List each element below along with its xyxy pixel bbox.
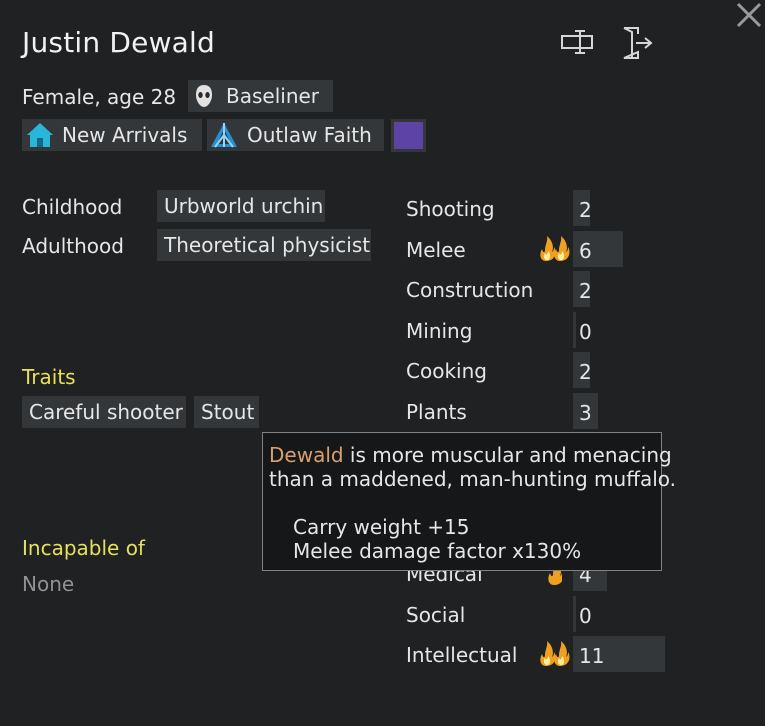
skill-value-cooking: 2 [579,360,592,384]
ideology-chip[interactable]: Outlaw Faith [207,119,384,151]
banish-icon[interactable] [620,26,656,60]
trait-label: Careful shooter [29,400,183,424]
skill-value-melee: 6 [579,239,592,263]
trait-chip-stout[interactable]: Stout [194,396,259,428]
tooltip-line-1: Dewald is more muscular and menacing [269,443,672,467]
skill-value-mining: 0 [579,320,592,344]
faction-home-icon [26,121,54,149]
skill-name-intellectual: Intellectual [406,643,518,667]
skill-name-cooking: Cooking [406,359,487,383]
tooltip-line-2: than a maddened, man-hunting muffalo. [269,467,677,491]
adulthood-chip[interactable]: Theoretical physicist [157,229,371,261]
pawn-name: Justin Dewald [22,26,215,59]
skill-name-construction: Construction [406,278,534,302]
favorite-color-fill [394,122,423,149]
rename-icon[interactable] [560,28,598,56]
tooltip-subject: Dewald [269,443,344,467]
ideology-icon [209,121,239,149]
tooltip-effect-melee: Melee damage factor x130% [293,539,582,563]
skill-name-plants: Plants [406,400,467,424]
skill-name-social: Social [406,603,466,627]
traits-heading: Traits [22,365,76,389]
major-passion-icon [538,234,570,266]
skill-name-shooting: Shooting [406,197,495,221]
childhood-value: Urbworld urchin [164,194,324,218]
baseliner-icon [194,84,214,108]
adulthood-label: Adulthood [22,234,124,258]
tooltip-line-1-rest: is more muscular and menacing [343,443,672,467]
incapable-heading: Incapable of [22,536,145,560]
skill-bar-mining[interactable] [573,312,576,348]
adulthood-value: Theoretical physicist [164,233,371,257]
skill-name-melee: Melee [406,238,466,262]
trait-tooltip: Dewald is more muscular and menacing tha… [262,432,676,571]
xenotype-label: Baseliner [226,84,320,108]
skill-value-social: 0 [579,604,592,628]
tooltip-effect-carry: Carry weight +15 [293,515,470,539]
major-passion-icon [538,639,570,671]
skill-value-intellectual: 11 [579,644,605,668]
gender-age-label: Female, age 28 [22,85,177,109]
skill-bar-social[interactable] [573,596,576,632]
favorite-color-swatch[interactable] [391,119,426,152]
close-icon[interactable] [734,0,764,30]
skill-name-mining: Mining [406,319,473,343]
skill-value-shooting: 2 [579,198,592,222]
xenotype-chip[interactable]: Baseliner [188,80,333,112]
trait-label: Stout [201,400,255,424]
faction-label: New Arrivals [62,123,188,147]
skill-value-plants: 3 [579,401,592,425]
childhood-chip[interactable]: Urbworld urchin [157,190,325,222]
ideology-label: Outlaw Faith [247,123,372,147]
faction-chip[interactable]: New Arrivals [22,119,202,151]
childhood-label: Childhood [22,195,123,219]
trait-chip-careful-shooter[interactable]: Careful shooter [22,396,186,428]
skill-value-construction: 2 [579,279,592,303]
incapable-value: None [22,572,75,596]
